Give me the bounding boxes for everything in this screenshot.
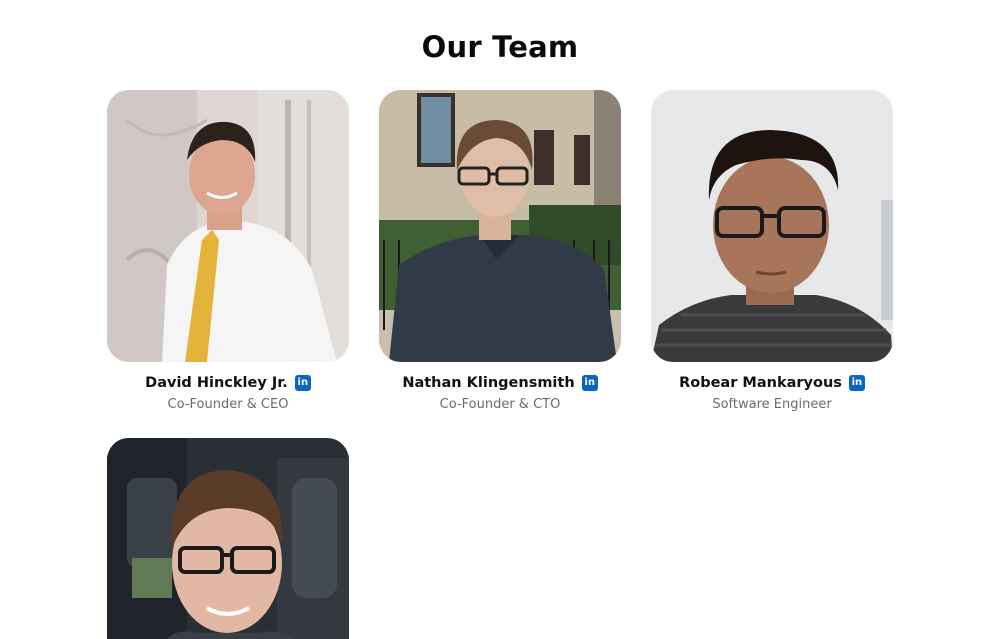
member-photo-image xyxy=(651,90,893,362)
member-name-row: Nathan Klingensmith in xyxy=(379,375,621,391)
member-name: David Hinckley Jr. xyxy=(145,375,288,391)
linkedin-icon[interactable]: in xyxy=(581,375,598,391)
member-role: Co-Founder & CEO xyxy=(167,397,289,412)
member-role: Co-Founder & CTO xyxy=(439,397,561,412)
member-photo xyxy=(107,438,349,639)
team-page: Our Team David Hinckley Jr. in Co-Founde… xyxy=(0,0,1000,639)
member-photo xyxy=(379,90,621,362)
member-photo-image xyxy=(107,90,349,362)
team-card: Robear Mankaryous in Software Engineer xyxy=(651,90,893,412)
team-card: David Hinckley Jr. in Co-Founder & CEO xyxy=(107,90,349,412)
team-card xyxy=(107,438,349,639)
section-title: Our Team xyxy=(421,30,579,64)
member-name-row: Robear Mankaryous in xyxy=(651,375,893,391)
team-card: Nathan Klingensmith in Co-Founder & CTO xyxy=(379,90,621,412)
member-name-row: David Hinckley Jr. in xyxy=(107,375,349,391)
member-name: Nathan Klingensmith xyxy=(402,375,575,391)
member-role: Software Engineer xyxy=(712,397,832,412)
member-photo-image xyxy=(107,438,349,639)
member-name: Robear Mankaryous xyxy=(679,375,842,391)
member-photo-image xyxy=(379,90,621,362)
member-photo xyxy=(107,90,349,362)
linkedin-icon[interactable]: in xyxy=(848,375,865,391)
member-photo xyxy=(651,90,893,362)
linkedin-icon[interactable]: in xyxy=(294,375,311,391)
